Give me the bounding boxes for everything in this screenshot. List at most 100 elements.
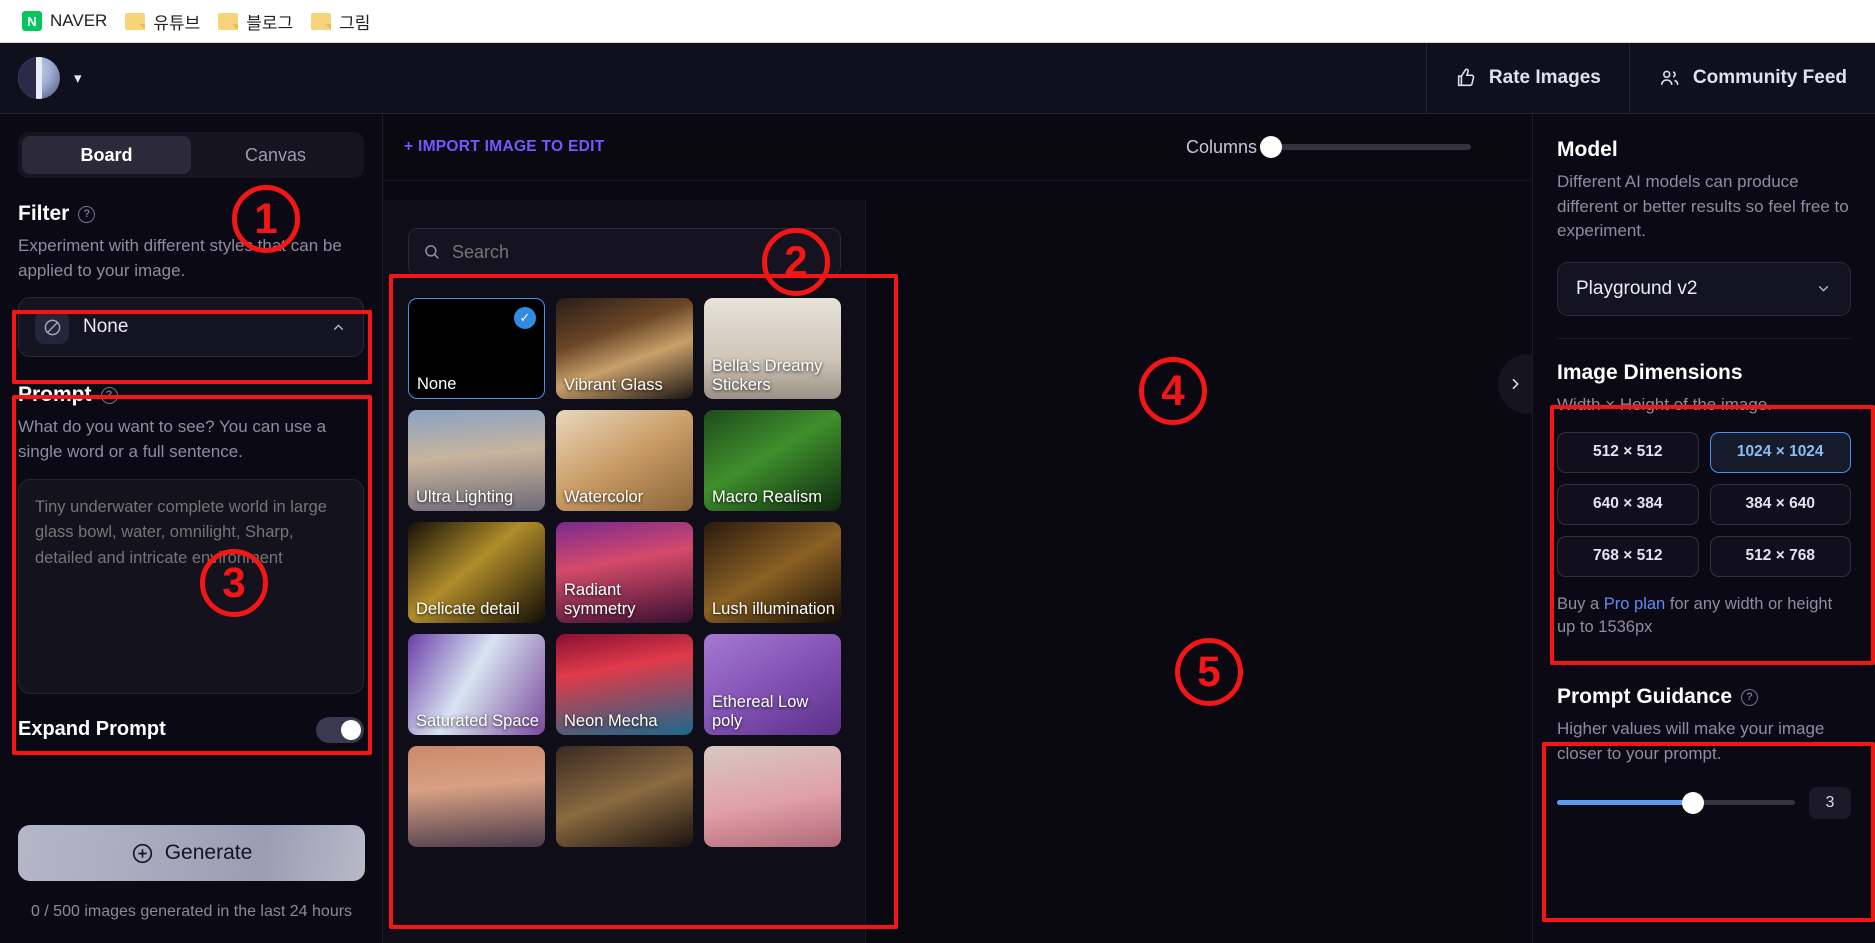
filter-tile[interactable]: Vibrant Glass [556, 298, 693, 399]
panel-divider [1557, 337, 1851, 339]
right-settings-panel: Model Different AI models can produce di… [1532, 114, 1875, 943]
check-icon: ✓ [514, 307, 536, 329]
filter-tile[interactable]: Lush illumination [704, 522, 841, 623]
columns-label: Columns [1185, 136, 1257, 157]
collapse-panel-button[interactable] [1498, 354, 1532, 414]
dimension-button[interactable]: 640 × 384 [1557, 483, 1699, 525]
dimension-button[interactable]: 1024 × 1024 [1709, 431, 1851, 473]
columns-slider-thumb[interactable] [1260, 136, 1282, 158]
filter-title-row: Filter ? [18, 202, 364, 226]
bookmark-label: 유튜브 [153, 13, 201, 33]
search-icon [425, 245, 439, 259]
help-circle-icon[interactable]: ? [100, 386, 118, 404]
columns-control: Columns [1185, 136, 1471, 158]
dimension-button[interactable]: 512 × 512 [1557, 431, 1699, 473]
prompt-title: Prompt [18, 383, 92, 407]
chevron-down-icon [1818, 286, 1829, 293]
filter-tile[interactable]: Radiant symmetry [556, 522, 693, 623]
import-image-button[interactable]: + IMPORT IMAGE TO EDIT [404, 138, 605, 156]
prompt-title-row: Prompt ? [18, 383, 364, 407]
bookmark-folder-youtube[interactable]: 유튜브 [119, 6, 212, 37]
prompt-input[interactable] [18, 478, 364, 694]
search-input[interactable] [452, 241, 826, 263]
board-canvas-toggle: Board Canvas [18, 132, 364, 178]
generate-label: Generate [164, 841, 253, 864]
filter-tile-label: Ultra Lighting [416, 487, 514, 506]
filter-tile[interactable]: ✓ None [408, 298, 545, 399]
guidance-description: Higher values will make your image close… [1557, 719, 1825, 764]
guidance-value: 3 [1809, 786, 1851, 819]
help-circle-icon[interactable]: ? [78, 205, 96, 223]
filter-tile-label: Delicate detail [416, 599, 520, 618]
filter-tile[interactable] [556, 746, 693, 847]
pro-plan-note: Buy a Pro plan for any width or height u… [1557, 593, 1851, 641]
dimension-button[interactable]: 768 × 512 [1557, 535, 1699, 577]
tab-canvas[interactable]: Canvas [191, 136, 360, 174]
filter-dropdown[interactable]: None [18, 297, 364, 358]
filter-tile[interactable]: Macro Realism [704, 410, 841, 511]
model-description: Different AI models can produce differen… [1557, 172, 1849, 241]
rate-images-button[interactable]: Rate Images [1425, 42, 1629, 114]
filter-tile[interactable]: Watercolor [556, 410, 693, 511]
browser-bookmark-bar: N NAVER 유튜브 블로그 그림 [0, 0, 1875, 43]
filter-description: Experiment with different styles that ca… [18, 236, 342, 280]
dimensions-description: Width × Height of the image. [1557, 394, 1772, 414]
filter-tile-label: Saturated Space [416, 711, 539, 730]
help-circle-icon[interactable]: ? [1741, 688, 1759, 706]
bookmark-naver[interactable]: N NAVER [16, 8, 119, 34]
guidance-slider[interactable] [1557, 791, 1795, 814]
filter-section-header: Filter ? Experiment with different style… [0, 178, 382, 283]
app-root: N NAVER 유튜브 블로그 그림 ▾ Rate Images Communi… [0, 0, 1875, 943]
bookmark-folder-blog[interactable]: 블로그 [212, 6, 305, 37]
dimension-options: 512 × 512 1024 × 1024 640 × 384 384 × 640 76… [1557, 431, 1851, 577]
folder-icon [125, 12, 146, 30]
filter-tile[interactable]: Bella's Dreamy Stickers [704, 298, 841, 399]
filter-search-box[interactable] [408, 228, 841, 276]
expand-prompt-toggle[interactable] [316, 716, 364, 743]
chevron-right-icon [1512, 378, 1519, 390]
filter-tile[interactable]: Ethereal Low poly [704, 634, 841, 735]
pro-plan-link[interactable]: Pro plan [1604, 595, 1665, 613]
center-divider [384, 180, 1531, 181]
playground-logo-icon [18, 57, 60, 99]
filter-tile-label: Vibrant Glass [564, 375, 663, 394]
filter-tile[interactable]: Ultra Lighting [408, 410, 545, 511]
expand-prompt-label: Expand Prompt [18, 718, 166, 741]
dimension-button[interactable]: 384 × 640 [1709, 483, 1851, 525]
filter-tile[interactable]: Neon Mecha [556, 634, 693, 735]
logo-menu-button[interactable]: ▾ [0, 57, 82, 99]
filter-tile[interactable] [704, 746, 841, 847]
guidance-slider-row: 3 [1557, 786, 1851, 819]
filter-selected-value: None [83, 316, 129, 338]
tab-board[interactable]: Board [22, 136, 191, 174]
filter-tile[interactable] [408, 746, 545, 847]
no-filter-icon [35, 310, 69, 345]
filter-tile-label: Watercolor [564, 487, 644, 506]
generate-button[interactable]: Generate [18, 825, 365, 881]
community-feed-button[interactable]: Community Feed [1628, 42, 1875, 114]
guidance-slider-thumb[interactable] [1681, 791, 1704, 814]
app-header: ▾ Rate Images Community Feed [0, 42, 1875, 114]
bookmark-label: NAVER [50, 11, 108, 30]
model-selected-value: Playground v2 [1576, 277, 1698, 299]
prompt-description: What do you want to see? You can use a s… [18, 417, 327, 461]
filter-tile[interactable]: Saturated Space [408, 634, 545, 735]
chevron-up-icon [333, 324, 344, 330]
filter-gallery-panel: ✓ None Vibrant Glass Bella's Dreamy Sticker… [384, 200, 866, 943]
expand-prompt-row: Expand Prompt [0, 716, 382, 743]
folder-icon [218, 12, 239, 30]
folder-icon [311, 12, 332, 30]
filter-tile-grid: ✓ None Vibrant Glass Bella's Dreamy Sticker… [408, 298, 841, 847]
filter-tile[interactable]: Delicate detail [408, 522, 545, 623]
generation-quota-text: 0 / 500 images generated in the last 24 … [30, 903, 353, 920]
dimension-button[interactable]: 512 × 768 [1709, 535, 1851, 577]
guidance-slider-fill [1557, 800, 1693, 806]
filter-tile-label: Ethereal Low poly [712, 693, 809, 730]
columns-slider[interactable] [1260, 136, 1471, 158]
community-feed-label: Community Feed [1692, 67, 1847, 88]
bookmark-label: 그림 [339, 13, 371, 33]
bookmark-folder-picture[interactable]: 그림 [305, 6, 382, 37]
model-title: Model [1557, 138, 1618, 161]
center-area: + IMPORT IMAGE TO EDIT Columns ✓ None Vibr… [384, 114, 1532, 943]
model-dropdown[interactable]: Playground v2 [1557, 261, 1851, 316]
